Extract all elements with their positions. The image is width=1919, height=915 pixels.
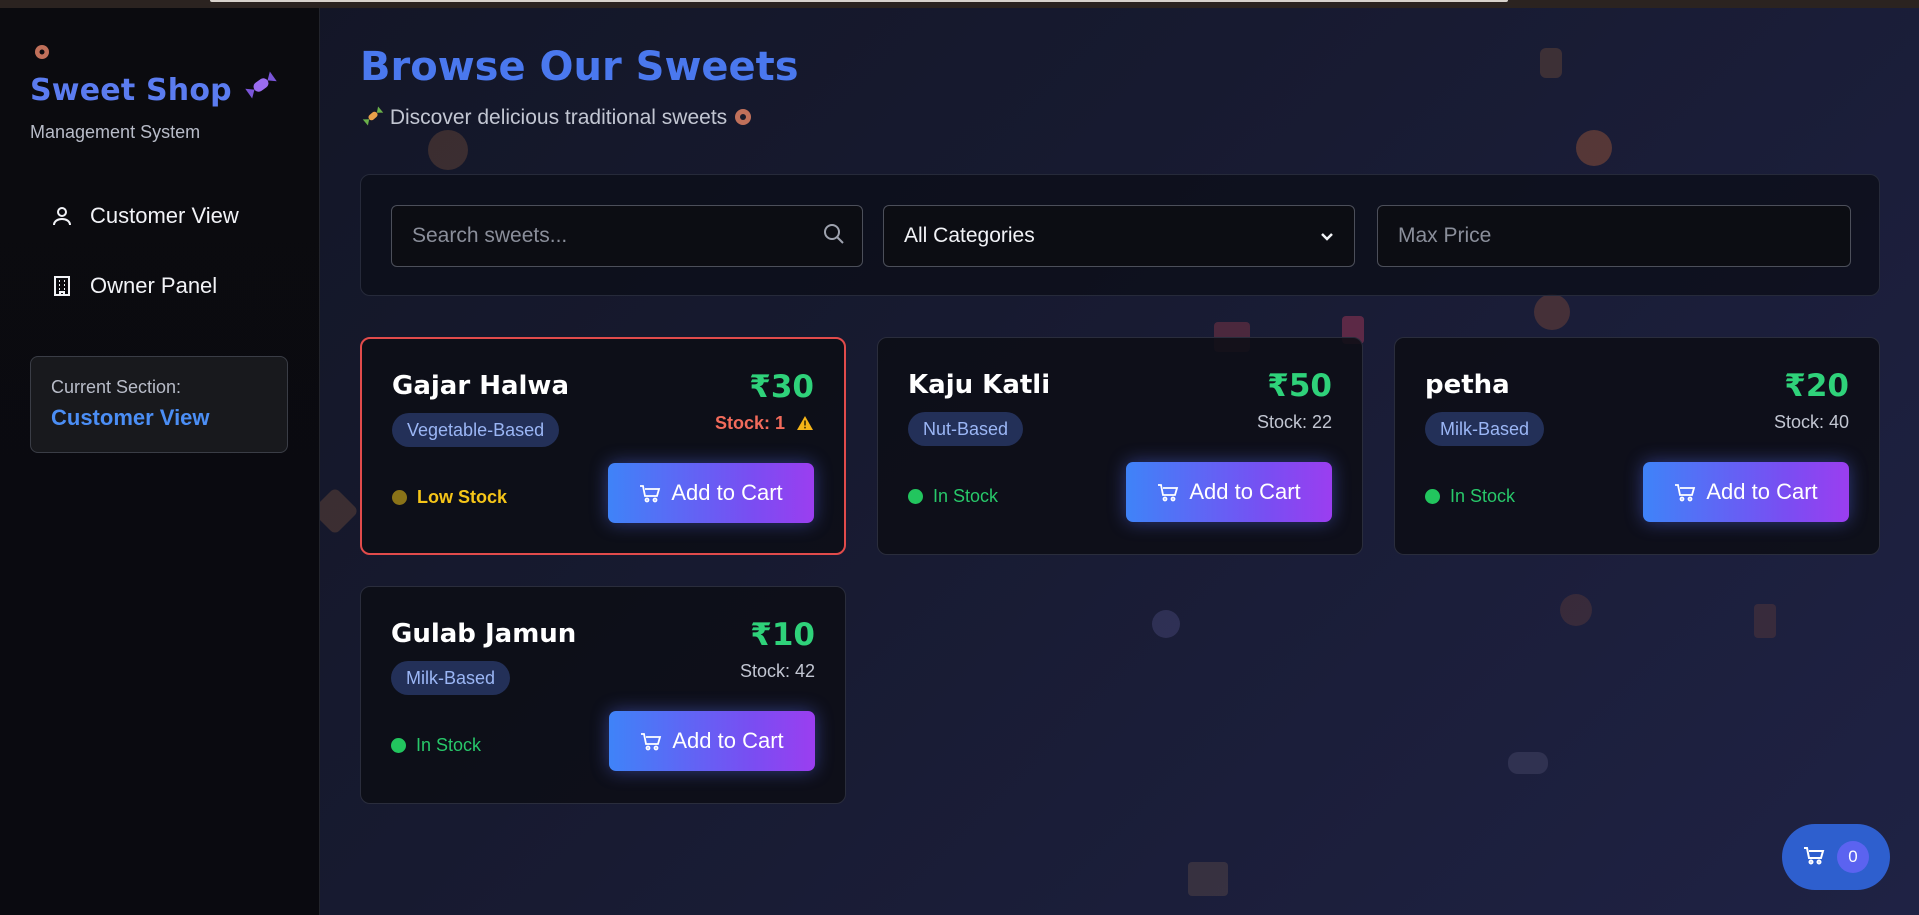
max-price-input[interactable]: Max Price bbox=[1377, 205, 1851, 267]
stock-count: Stock: 40 bbox=[1773, 412, 1849, 432]
cart-icon bbox=[639, 483, 661, 503]
page-title: Browse Our Sweets bbox=[360, 44, 799, 90]
stock-status-text: In Stock bbox=[933, 486, 999, 506]
cart-icon bbox=[1157, 482, 1179, 502]
add-to-cart-button[interactable]: Add to Cart bbox=[1643, 462, 1849, 522]
page-subtitle-text: Discover delicious traditional sweets bbox=[389, 106, 728, 129]
decor-cupcake-icon bbox=[1540, 48, 1562, 78]
stock-count-text: Stock: 1 bbox=[714, 413, 785, 433]
page-subtitle: Discover delicious traditional sweets bbox=[362, 106, 753, 130]
decor-donut-icon bbox=[1534, 294, 1570, 330]
cart-icon bbox=[640, 731, 662, 751]
top-strip-highlight bbox=[210, 0, 1508, 2]
add-to-cart-button[interactable]: Add to Cart bbox=[608, 463, 814, 523]
filters-panel: Search sweets... All Categories Max Pric… bbox=[360, 174, 1880, 296]
browser-top-strip bbox=[0, 0, 1919, 8]
decor-cake-icon bbox=[1188, 862, 1228, 896]
decor-cookie-icon bbox=[428, 130, 468, 170]
nav-customer-view-label: Customer View bbox=[90, 203, 239, 228]
category-selected-value: All Categories bbox=[904, 224, 1035, 247]
candy-icon bbox=[236, 71, 279, 106]
decor-donut-icon bbox=[1576, 130, 1612, 166]
status-dot-icon bbox=[392, 490, 407, 505]
category-badge: Vegetable-Based bbox=[392, 413, 560, 447]
brand-title: Sweet Shop bbox=[30, 70, 278, 108]
status-dot-icon bbox=[391, 738, 406, 753]
stock-count: Stock: 42 bbox=[739, 661, 815, 681]
product-card: Kaju Katli ₹50 Nut-Based Stock: 22 In St… bbox=[877, 337, 1363, 555]
product-price: ₹20 bbox=[1784, 368, 1849, 404]
stock-status: In Stock bbox=[1425, 486, 1515, 507]
sidebar: Sweet Shop Management System Customer Vi… bbox=[0, 8, 320, 915]
add-to-cart-label: Add to Cart bbox=[1189, 479, 1301, 504]
stock-status: Low Stock bbox=[392, 487, 507, 508]
decor-lollipop-icon bbox=[1152, 610, 1180, 638]
status-dot-icon bbox=[1425, 489, 1440, 504]
product-card: Gajar Halwa ₹30 Vegetable-Based Stock: 1… bbox=[360, 337, 846, 555]
product-price: ₹10 bbox=[750, 617, 815, 653]
brand-subtitle: Management System bbox=[30, 122, 201, 142]
category-select[interactable]: All Categories bbox=[883, 205, 1355, 267]
stock-status-text: In Stock bbox=[1450, 486, 1516, 506]
add-to-cart-label: Add to Cart bbox=[672, 728, 784, 753]
search-icon bbox=[822, 222, 846, 252]
cart-icon bbox=[1803, 845, 1825, 870]
nav-customer-view[interactable]: Customer View bbox=[48, 196, 239, 236]
nav-owner-panel-label: Owner Panel bbox=[90, 273, 218, 298]
decor-cake-icon bbox=[1754, 604, 1776, 638]
category-badge: Milk-Based bbox=[391, 661, 511, 695]
search-input[interactable]: Search sweets... bbox=[391, 205, 863, 267]
stock-status: In Stock bbox=[391, 735, 481, 756]
category-badge: Milk-Based bbox=[1425, 412, 1545, 446]
status-dot-icon bbox=[908, 489, 923, 504]
stock-status: In Stock bbox=[908, 486, 998, 507]
decor-donut-icon bbox=[1560, 594, 1592, 626]
building-icon bbox=[48, 272, 76, 300]
add-to-cart-label: Add to Cart bbox=[671, 480, 783, 505]
cart-icon bbox=[1674, 482, 1696, 502]
floating-cart-button[interactable]: 0 bbox=[1782, 824, 1890, 890]
product-name: petha bbox=[1425, 370, 1510, 400]
current-section-box: Current Section: Customer View bbox=[30, 356, 288, 453]
add-to-cart-button[interactable]: Add to Cart bbox=[609, 711, 815, 771]
stock-count: Stock: 22 bbox=[1256, 412, 1332, 432]
stock-status-text: In Stock bbox=[416, 735, 482, 755]
product-price: ₹50 bbox=[1267, 368, 1332, 404]
add-to-cart-label: Add to Cart bbox=[1706, 479, 1818, 504]
product-price: ₹30 bbox=[749, 369, 814, 405]
brand-title-text: Sweet Shop bbox=[30, 73, 232, 108]
donut-icon bbox=[733, 106, 753, 129]
stock-count: Stock: 1 bbox=[715, 413, 814, 434]
max-price-placeholder: Max Price bbox=[1398, 224, 1492, 247]
user-icon bbox=[48, 202, 76, 230]
decor-candy-icon bbox=[1508, 752, 1548, 774]
chevron-down-icon bbox=[1320, 224, 1334, 248]
current-section-label: Current Section: bbox=[51, 377, 182, 397]
current-section-value: Customer View bbox=[51, 405, 210, 430]
product-name: Gulab Jamun bbox=[391, 619, 577, 649]
product-card: Gulab Jamun ₹10 Milk-Based Stock: 42 In … bbox=[360, 586, 846, 804]
candy-icon bbox=[362, 106, 390, 129]
cart-count-badge: 0 bbox=[1837, 841, 1869, 873]
warning-icon bbox=[790, 413, 814, 433]
product-name: Gajar Halwa bbox=[392, 371, 569, 401]
nav-owner-panel[interactable]: Owner Panel bbox=[48, 266, 217, 306]
donut-icon bbox=[34, 44, 50, 63]
category-badge: Nut-Based bbox=[908, 412, 1024, 446]
add-to-cart-button[interactable]: Add to Cart bbox=[1126, 462, 1332, 522]
product-name: Kaju Katli bbox=[908, 370, 1051, 400]
stock-status-text: Low Stock bbox=[417, 487, 508, 507]
product-card: petha ₹20 Milk-Based Stock: 40 In Stock … bbox=[1394, 337, 1880, 555]
search-placeholder: Search sweets... bbox=[412, 224, 568, 247]
